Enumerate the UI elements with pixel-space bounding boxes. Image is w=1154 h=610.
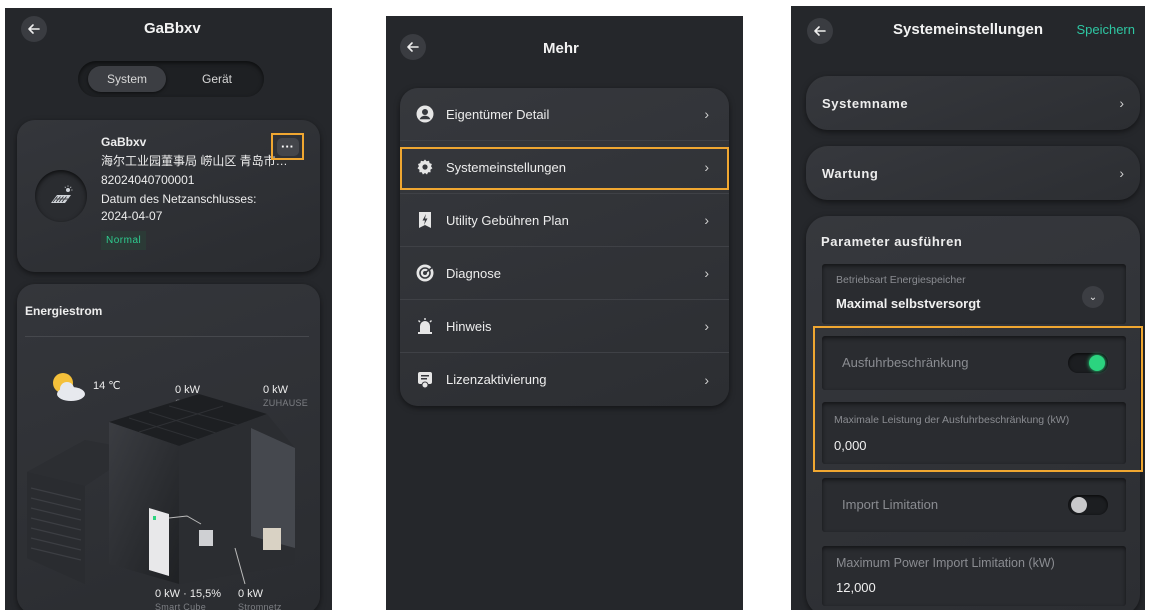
chevron-right-icon: › <box>704 371 709 388</box>
page-title: Mehr <box>543 40 579 57</box>
system-name-label: Systemname <box>822 95 909 111</box>
device-name: GaBbxv <box>101 135 147 149</box>
import-limit-row: Import Limitation <box>822 478 1126 532</box>
storage-mode-label: Betriebsart Energiespeicher <box>836 274 966 286</box>
user-icon <box>416 105 434 123</box>
grid-readout: 0 kW Stromnetz <box>238 588 282 610</box>
grid-date: 2024-04-07 <box>101 209 163 223</box>
tab-system[interactable]: System <box>88 66 166 92</box>
back-button[interactable] <box>807 18 833 44</box>
diagnose-icon <box>416 264 434 282</box>
divider <box>25 336 309 337</box>
import-limit-label: Import Limitation <box>842 497 939 512</box>
highlight-box <box>400 147 729 190</box>
page-title: GaBbxv <box>144 20 201 37</box>
menu-item-label: Diagnose <box>446 265 501 281</box>
run-parameters-title: Parameter ausführen <box>821 234 963 249</box>
arrow-left-icon <box>28 24 40 34</box>
device-serial: 82024040700001 <box>101 173 195 187</box>
more-menu: Eigentümer Detail › Systemeinstellungen … <box>400 88 729 406</box>
more-dots-icon: ··· <box>276 137 299 156</box>
grid-date-label: Datum des Netzanschlusses: <box>101 192 257 206</box>
back-button[interactable] <box>21 16 47 42</box>
maintenance-row[interactable]: Wartung › <box>806 146 1140 200</box>
arrow-left-icon <box>814 26 826 36</box>
chevron-right-icon: › <box>704 318 709 334</box>
grid-value: 0 kW <box>238 588 264 600</box>
device-address: 海尔工业园董事局 崂山区 青岛市 山东省 中国 <box>101 154 291 168</box>
grid-label: Stromnetz <box>238 602 282 610</box>
system-screen: GaBbxv System Gerät GaBbxv 海尔工业园董事局 崂山区 … <box>5 8 332 610</box>
menu-item-utility-plan[interactable]: Utility Gebühren Plan › <box>400 194 729 247</box>
menu-item-diagnose[interactable]: Diagnose › <box>400 247 729 300</box>
tab-device[interactable]: Gerät <box>178 66 256 92</box>
chevron-down-icon[interactable]: ⌄ <box>1082 286 1104 308</box>
license-icon <box>416 371 434 389</box>
system-settings-screen: Systemeinstellungen Speichern Systemname… <box>791 6 1145 610</box>
chevron-right-icon: › <box>1119 165 1124 181</box>
chevron-right-icon: › <box>704 106 709 122</box>
battery-label: Smart Cube <box>155 602 207 610</box>
import-limit-toggle[interactable] <box>1068 495 1108 515</box>
import-max-label: Maximum Power Import Limitation (kW) <box>836 556 1055 570</box>
system-name-row[interactable]: Systemname › <box>806 76 1140 130</box>
menu-item-label: Eigentümer Detail <box>446 106 550 122</box>
toggle-knob <box>1071 497 1087 513</box>
import-max-value: 12,000 <box>836 580 876 595</box>
more-screen: Mehr Eigentümer Detail › Systemeinstellu… <box>386 16 743 610</box>
alarm-icon <box>416 317 434 335</box>
menu-item-label: Lizenzaktivierung <box>446 372 547 387</box>
more-button[interactable]: ··· <box>271 133 304 160</box>
menu-item-notice[interactable]: Hinweis › <box>400 300 729 353</box>
solar-house-icon <box>35 170 87 222</box>
chevron-right-icon: › <box>1119 95 1124 111</box>
back-button[interactable] <box>400 34 426 60</box>
menu-item-label: Hinweis <box>446 318 492 334</box>
arrow-left-icon <box>407 42 419 52</box>
chevron-right-icon: › <box>704 212 709 228</box>
storage-mode-value: Maximal selbstversorgt <box>836 296 981 311</box>
menu-item-label: Utility Gebühren Plan <box>446 212 569 228</box>
view-switch: System Gerät <box>78 61 264 97</box>
import-max-field[interactable]: Maximum Power Import Limitation (kW) 12,… <box>822 546 1126 606</box>
highlight-box <box>813 326 1143 472</box>
menu-item-license[interactable]: Lizenzaktivierung › <box>400 353 729 406</box>
bolt-icon <box>416 211 434 229</box>
status-badge: Normal <box>101 231 147 250</box>
battery-readout: 0 kW · 15,5% Smart Cube <box>155 588 221 610</box>
page-title: Systemeinstellungen <box>893 21 1044 38</box>
device-info: GaBbxv 海尔工业园董事局 崂山区 青岛市 山东省 中国 820240407… <box>101 134 291 250</box>
menu-item-owner-detail[interactable]: Eigentümer Detail › <box>400 88 729 141</box>
chevron-right-icon: › <box>704 265 709 281</box>
save-button[interactable]: Speichern <box>1076 22 1135 37</box>
maintenance-label: Wartung <box>822 165 879 181</box>
storage-mode-select[interactable]: Betriebsart Energiespeicher Maximal selb… <box>822 264 1126 324</box>
house-illustration <box>27 394 295 585</box>
battery-value: 0 kW · 15,5% <box>155 588 222 600</box>
energy-flow-title: Energiestrom <box>25 304 103 318</box>
